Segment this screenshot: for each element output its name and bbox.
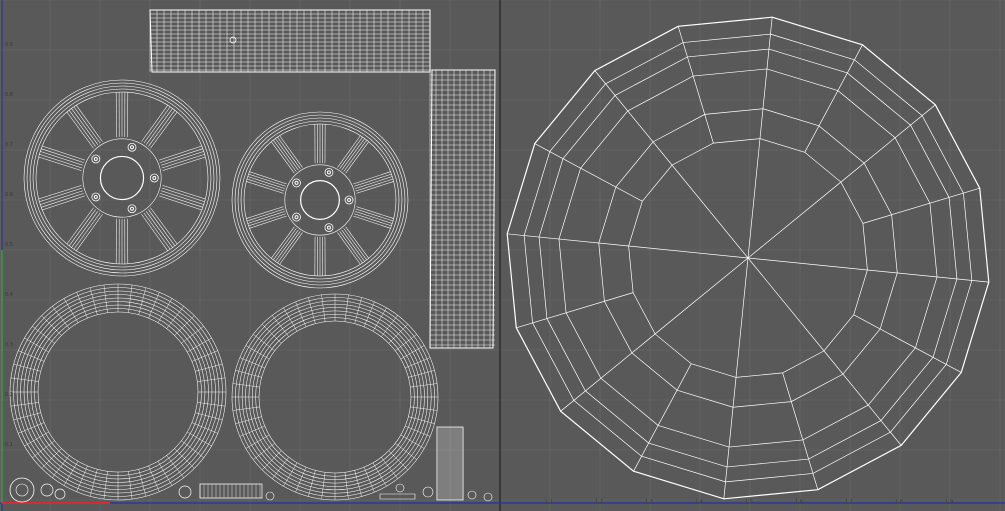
v-tick-label: 0.5 [5,242,13,248]
u-tick-label: 1.4 [695,499,703,505]
v-tick-label: 0.2 [5,392,13,398]
tread-strip-vertical [429,69,496,349]
tread-strip-top [149,9,431,73]
v-tick-label: 0.9 [5,42,13,48]
wheel-disc-large [506,16,990,500]
u-tick-label: 1.2 [595,499,603,505]
u-tick-label: 1.3 [645,499,653,505]
u-tick-label: 1.5 [745,499,753,505]
u-tick-label: 1.9 [945,499,953,505]
u-tick-label: 1.7 [845,499,853,505]
v-tick-label: 0.3 [5,342,13,348]
v-tick-label: 0.6 [5,192,13,198]
u-tick-label: 1.6 [795,499,803,505]
v-tick-label: 0.1 [5,442,13,448]
v-tick-label: 0.7 [5,142,13,148]
uv-editor-viewport[interactable]: 0.9 0.8 0.7 0.6 0.5 0.4 0.3 0.2 0.1 1.1 1.2 1.3 1.4 1… [0,0,1005,511]
wheel-rim-large [23,79,221,277]
v-tick-label: 0.8 [5,92,13,98]
u-tick-label: 1.1 [545,499,553,505]
u-tick-label: 1.8 [895,499,903,505]
v-tick-label: 0.4 [5,292,13,298]
tire-ring-left [9,283,227,501]
uv-grid [0,0,1005,511]
uv-layout-canvas[interactable] [0,0,1005,511]
tire-ring-right [231,293,439,501]
